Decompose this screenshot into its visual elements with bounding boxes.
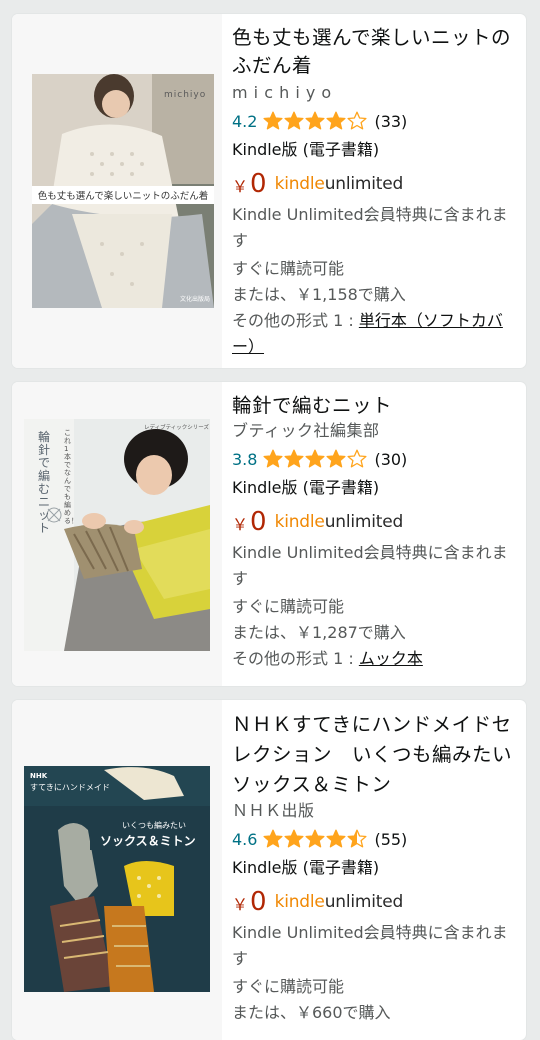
ku-included-text: Kindle Unlimited会員特典に含まれます: [232, 923, 508, 968]
currency-symbol: ￥: [232, 177, 249, 196]
product-info: 輪針で編むニット ブティック社編集部 3.8 (30) Kindle版 (電子書…: [232, 392, 520, 672]
star-full-icon: [284, 449, 305, 468]
product-card[interactable]: NHK すてきにハンドメイド いくつも編みたい ソックス＆ミトン ＮＨＫすてきに…: [12, 700, 526, 1040]
kindle-unlimited-logo: kindleunlimited: [274, 892, 404, 912]
price-row: ￥ 0 kindleunlimited: [232, 502, 520, 542]
format-link[interactable]: Kindle版 (電子書籍): [232, 854, 520, 882]
star-full-icon: [326, 829, 347, 848]
other-formats: その他の形式 1 : ムック本: [232, 649, 423, 668]
star-full-icon: [263, 829, 284, 848]
cover-title: ソックス＆ミトン: [100, 834, 196, 848]
star-full-icon: [284, 111, 305, 130]
star-empty-icon: [347, 449, 368, 468]
price-row: ￥ 0 kindleunlimited: [232, 164, 520, 204]
star-full-icon: [284, 829, 305, 848]
kindle-unlimited-logo: kindleunlimited: [274, 174, 404, 194]
price-value: 0: [250, 887, 267, 917]
format-link[interactable]: Kindle版 (電子書籍): [232, 474, 520, 502]
or-buy-text: または、￥1,287で購入: [232, 623, 406, 642]
cover-caption: 色も丈も選んで楽しいニットのふだん着: [37, 191, 209, 202]
ku-included-text: Kindle Unlimited会員特典に含まれます: [232, 205, 508, 250]
review-count[interactable]: (30): [374, 450, 407, 469]
price-value: 0: [250, 507, 267, 537]
availability-text: すぐに購読可能: [232, 977, 345, 996]
product-info: 色も丈も選んで楽しいニットのふだん着 m i c h i y o 4.2 (33…: [232, 24, 520, 360]
product-info: ＮＨＫすてきにハンドメイドセレクション いくつも編みたいソックス＆ミトン ＮＨＫ…: [232, 710, 520, 1026]
star-full-icon: [326, 111, 347, 130]
product-card[interactable]: レディブティックシリーズ これ1本でなんでも編める！ 輪針で編むニット 輪針で編…: [12, 382, 526, 686]
cover-brand: NHK: [30, 772, 48, 780]
star-rating[interactable]: [263, 111, 368, 131]
price-row: ￥ 0 kindleunlimited: [232, 882, 520, 922]
kindle-unlimited-logo: kindleunlimited: [274, 512, 404, 532]
product-author[interactable]: ＮＨＫ出版: [232, 800, 520, 822]
cover-title: 輪針で編むニット: [38, 430, 51, 535]
star-half-icon: [347, 829, 368, 848]
product-image-pane[interactable]: レディブティックシリーズ これ1本でなんでも編める！ 輪針で編むニット: [12, 382, 222, 686]
cover-brand: michiyo: [164, 90, 207, 100]
price-value: 0: [250, 169, 267, 199]
rating-row[interactable]: 4.6 (55): [232, 824, 520, 854]
star-full-icon: [305, 829, 326, 848]
star-full-icon: [326, 449, 347, 468]
cover-series: レディブティックシリーズ: [144, 425, 210, 431]
or-buy-text: または、￥660で購入: [232, 1003, 391, 1022]
review-count[interactable]: (55): [374, 830, 407, 849]
rating-row[interactable]: 4.2 (33): [232, 106, 520, 136]
star-rating[interactable]: [263, 829, 368, 849]
star-rating[interactable]: [263, 449, 368, 469]
rating-value: 4.2: [232, 111, 258, 131]
product-author[interactable]: m i c h i y o: [232, 82, 520, 104]
star-full-icon: [305, 449, 326, 468]
currency-symbol: ￥: [232, 515, 249, 534]
product-image-pane[interactable]: NHK すてきにハンドメイド いくつも編みたい ソックス＆ミトン: [12, 700, 222, 1040]
availability-text: すぐに購読可能: [232, 259, 345, 278]
product-title[interactable]: 輪針で編むニット: [232, 392, 520, 420]
star-full-icon: [263, 449, 284, 468]
cover-tagline: これ1本でなんでも編める！: [64, 429, 78, 525]
cover-subtitle: いくつも編みたい: [122, 821, 186, 830]
rating-row[interactable]: 3.8 (30): [232, 444, 520, 474]
product-title[interactable]: ＮＨＫすてきにハンドメイドセレクション いくつも編みたいソックス＆ミトン: [232, 710, 520, 800]
cover-series: すてきにハンドメイド: [30, 783, 110, 792]
ku-included-text: Kindle Unlimited会員特典に含まれます: [232, 543, 508, 588]
star-empty-icon: [347, 111, 368, 130]
other-format-link[interactable]: ムック本: [359, 649, 423, 668]
cover-photo: [24, 766, 210, 992]
product-image-pane[interactable]: michiyo 色も丈も選んで楽しいニットのふだん着 文化出版局: [12, 14, 222, 368]
star-full-icon: [305, 111, 326, 130]
product-card[interactable]: michiyo 色も丈も選んで楽しいニットのふだん着 文化出版局 色も丈も選んで…: [12, 14, 526, 368]
product-author[interactable]: ブティック社編集部: [232, 420, 520, 442]
review-count[interactable]: (33): [374, 112, 407, 131]
book-cover-image[interactable]: michiyo 色も丈も選んで楽しいニットのふだん着 文化出版局: [32, 74, 214, 308]
book-cover-image[interactable]: NHK すてきにハンドメイド いくつも編みたい ソックス＆ミトン: [24, 766, 210, 992]
other-formats: その他の形式 1 : 単行本（ソフトカバー）: [232, 311, 503, 356]
or-buy-text: または、￥1,158で購入: [232, 285, 406, 304]
availability-text: すぐに購読可能: [232, 597, 345, 616]
star-full-icon: [263, 111, 284, 130]
cover-publisher: 文化出版局: [180, 296, 211, 303]
currency-symbol: ￥: [232, 895, 249, 914]
product-title[interactable]: 色も丈も選んで楽しいニットのふだん着: [232, 24, 520, 80]
rating-value: 3.8: [232, 449, 258, 469]
format-link[interactable]: Kindle版 (電子書籍): [232, 136, 520, 164]
book-cover-image[interactable]: レディブティックシリーズ これ1本でなんでも編める！ 輪針で編むニット: [24, 419, 210, 651]
rating-value: 4.6: [232, 829, 258, 849]
